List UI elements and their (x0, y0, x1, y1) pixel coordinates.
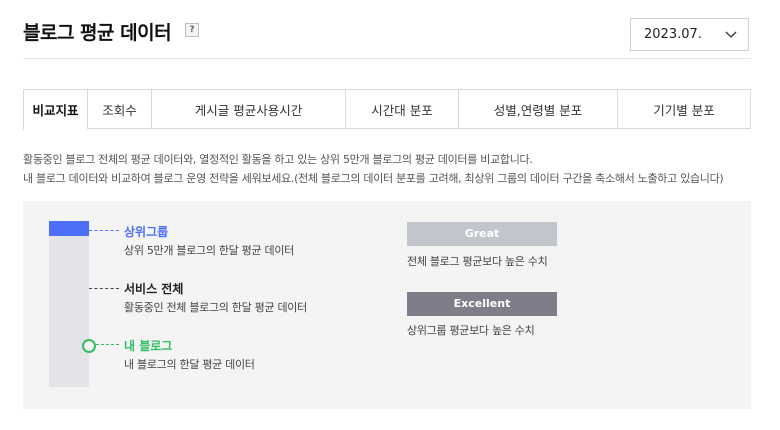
my-blog-connector (96, 344, 119, 345)
tab-device[interactable]: 기기별 분포 (617, 90, 750, 128)
tab-comparison[interactable]: 비교지표 (23, 90, 87, 130)
service-all-connector (89, 288, 119, 289)
comparison-bar (49, 221, 89, 387)
header-divider (23, 58, 751, 59)
legend-service-all-title: 서비스 전체 (124, 282, 184, 296)
blog-average-page: 블로그 평균 데이터 ? 2023.07. 비교지표 조회수 게시글 평균사용시… (0, 0, 780, 430)
legend-top-group-title: 상위그룹 (124, 225, 169, 239)
legend-service-all-subtitle: 활동중인 전체 블로그의 한달 평균 데이터 (124, 301, 307, 314)
excellent-badge: Excellent (407, 292, 557, 316)
top-group-connector (89, 230, 119, 231)
my-blog-marker (82, 339, 96, 353)
great-note: 전체 블로그 평균보다 높은 수치 (407, 255, 548, 268)
legend-my-blog-title: 내 블로그 (124, 339, 173, 353)
excellent-note: 상위그룹 평균보다 높은 수치 (407, 324, 535, 337)
description-line-2: 내 블로그 데이터와 비교하여 블로그 운영 전략을 세워보세요.(전체 블로그… (23, 172, 724, 185)
top-group-marker (49, 221, 89, 236)
page-title: 블로그 평균 데이터 (23, 22, 172, 44)
tab-avg-time[interactable]: 게시글 평균사용시간 (151, 90, 345, 128)
legend-my-blog-subtitle: 내 블로그의 한달 평균 데이터 (124, 358, 255, 371)
description: 활동중인 블로그 전체의 평균 데이터와, 열정적인 활동을 하고 있는 상위 … (23, 150, 724, 188)
date-select[interactable]: 2023.07. (630, 18, 749, 51)
great-badge: Great (407, 222, 557, 246)
tab-bar: 비교지표 조회수 게시글 평균사용시간 시간대 분포 성별,연령별 분포 기기별… (23, 89, 751, 130)
description-line-1: 활동중인 블로그 전체의 평균 데이터와, 열정적인 활동을 하고 있는 상위 … (23, 153, 533, 166)
tab-time-distribution[interactable]: 시간대 분포 (345, 90, 458, 128)
chevron-down-icon (725, 31, 737, 38)
help-icon[interactable]: ? (185, 23, 199, 37)
date-select-value: 2023.07. (644, 27, 702, 42)
comparison-panel: 상위그룹 상위 5만개 블로그의 한달 평균 데이터 서비스 전체 활동중인 전… (23, 201, 751, 409)
legend-top-group-subtitle: 상위 5만개 블로그의 한달 평균 데이터 (124, 244, 294, 257)
tab-gender-age[interactable]: 성별,연령별 분포 (458, 90, 617, 128)
tab-views[interactable]: 조회수 (87, 90, 151, 128)
